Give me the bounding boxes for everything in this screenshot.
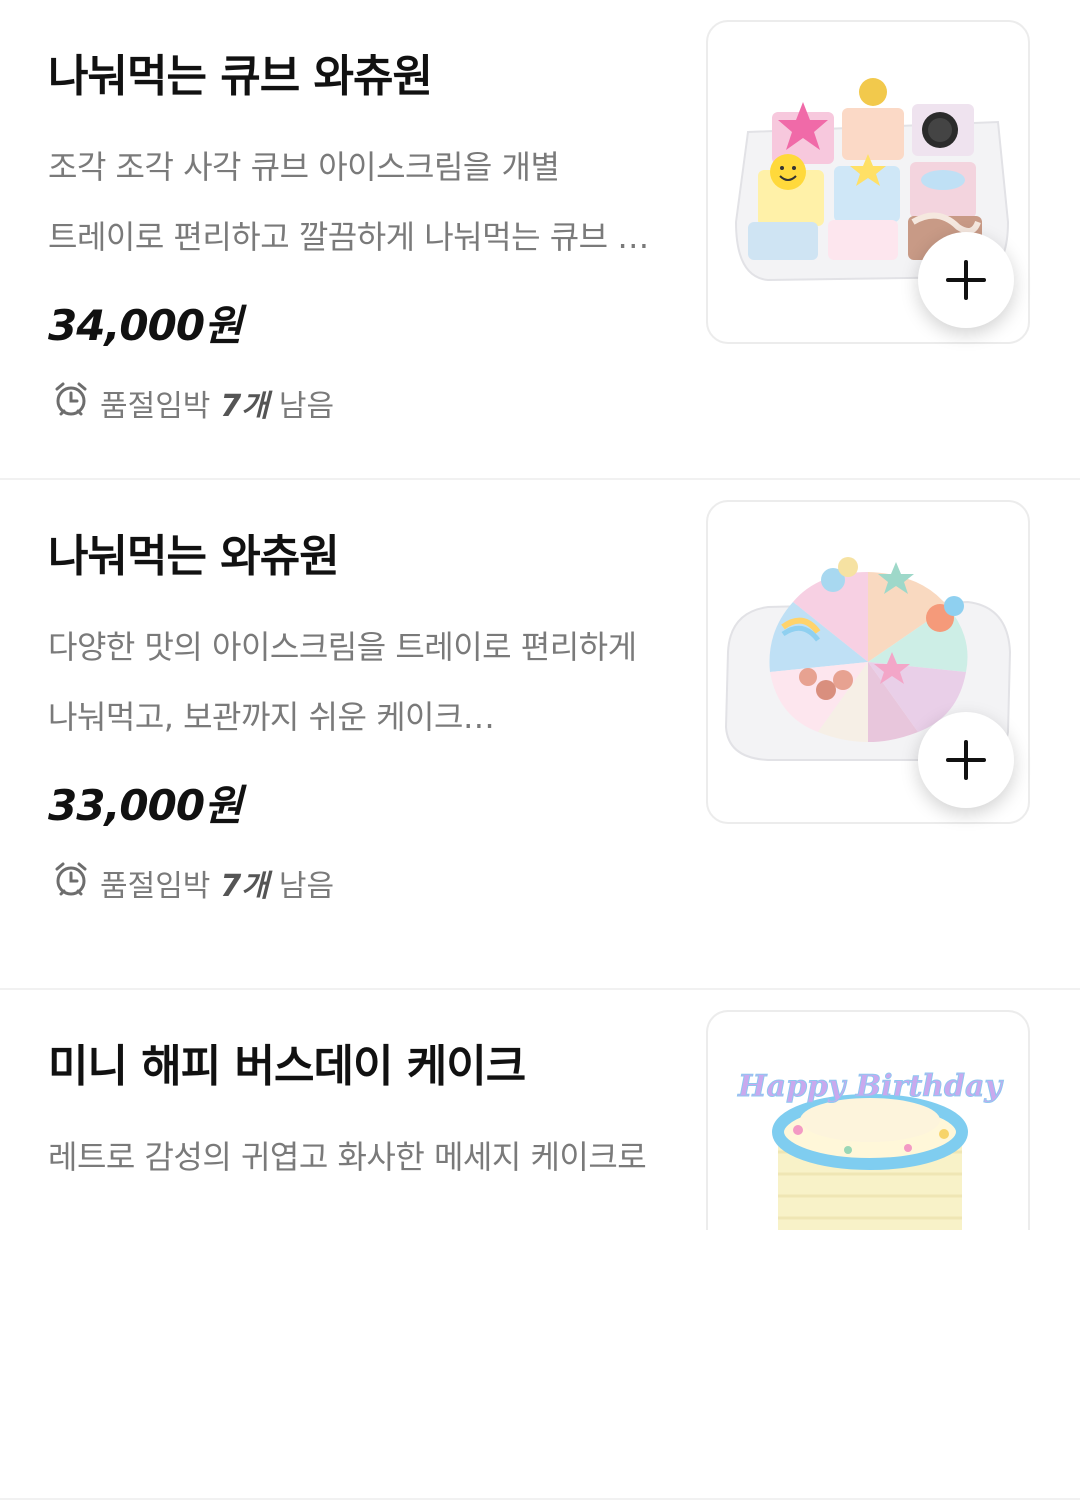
product-item[interactable]: 나눠먹는 큐브 와츄원 조각 조각 사각 큐브 아이스크림을 개별 트레이로 편… <box>0 0 1080 480</box>
stock-suffix: 남음 <box>278 869 335 904</box>
product-description-line: 다양한 맛의 아이스크림을 트레이로 편리하게 <box>48 628 637 666</box>
stock-label: 품절임박 <box>100 389 211 424</box>
product-item[interactable]: 미니 해피 버스데이 케이크 레트로 감성의 귀엽고 화사한 메세지 케이크로 … <box>0 990 1080 1500</box>
add-to-cart-button[interactable] <box>918 232 1014 328</box>
product-description-line: 트레이로 편리하고 깔끔하게 나눠먹는 큐브 … <box>48 218 649 256</box>
product-description: 레트로 감성의 귀엽고 화사한 메세지 케이크로 <box>48 1122 668 1192</box>
product-price: 33,000원 <box>48 781 243 830</box>
alarm-clock-icon <box>52 380 90 426</box>
stock-count: 7개 <box>220 869 269 904</box>
product-item[interactable]: 나눠먹는 와츄원 다양한 맛의 아이스크림을 트레이로 편리하게 나눠먹고, 보… <box>0 480 1080 990</box>
stock-count: 7개 <box>220 389 269 424</box>
product-description-line: 나눠먹고, 보관까지 쉬운 케이크… <box>48 698 495 736</box>
plus-icon <box>946 260 986 300</box>
product-title: 나눠먹는 와츄원 <box>48 531 340 582</box>
product-description-line: 레트로 감성의 귀엽고 화사한 메세지 케이크로 <box>48 1138 647 1176</box>
stock-label: 품절임박 <box>100 869 211 904</box>
alarm-clock-icon <box>52 860 90 906</box>
product-title: 나눠먹는 큐브 와츄원 <box>48 51 433 102</box>
stock-status: 품절임박 7개 남음 <box>52 860 334 906</box>
product-description: 다양한 맛의 아이스크림을 트레이로 편리하게 나눠먹고, 보관까지 쉬운 케이… <box>48 612 668 752</box>
cake-topper-text: Happy Birthday <box>737 1069 1004 1104</box>
add-to-cart-button[interactable] <box>918 712 1014 808</box>
product-price: 34,000원 <box>48 301 243 350</box>
birthday-cake-image: Happy Birthday <box>737 1069 1005 1230</box>
product-description-line: 조각 조각 사각 큐브 아이스크림을 개별 <box>48 148 560 186</box>
product-list: 나눠먹는 큐브 와츄원 조각 조각 사각 큐브 아이스크림을 개별 트레이로 편… <box>0 0 1080 1500</box>
product-image[interactable]: Happy Birthday <box>706 1010 1030 1230</box>
stock-status: 품절임박 7개 남음 <box>52 380 334 426</box>
product-description: 조각 조각 사각 큐브 아이스크림을 개별 트레이로 편리하고 깔끔하게 나눠먹… <box>48 132 668 272</box>
stock-suffix: 남음 <box>278 389 335 424</box>
plus-icon <box>946 740 986 780</box>
product-title: 미니 해피 버스데이 케이크 <box>48 1041 526 1092</box>
